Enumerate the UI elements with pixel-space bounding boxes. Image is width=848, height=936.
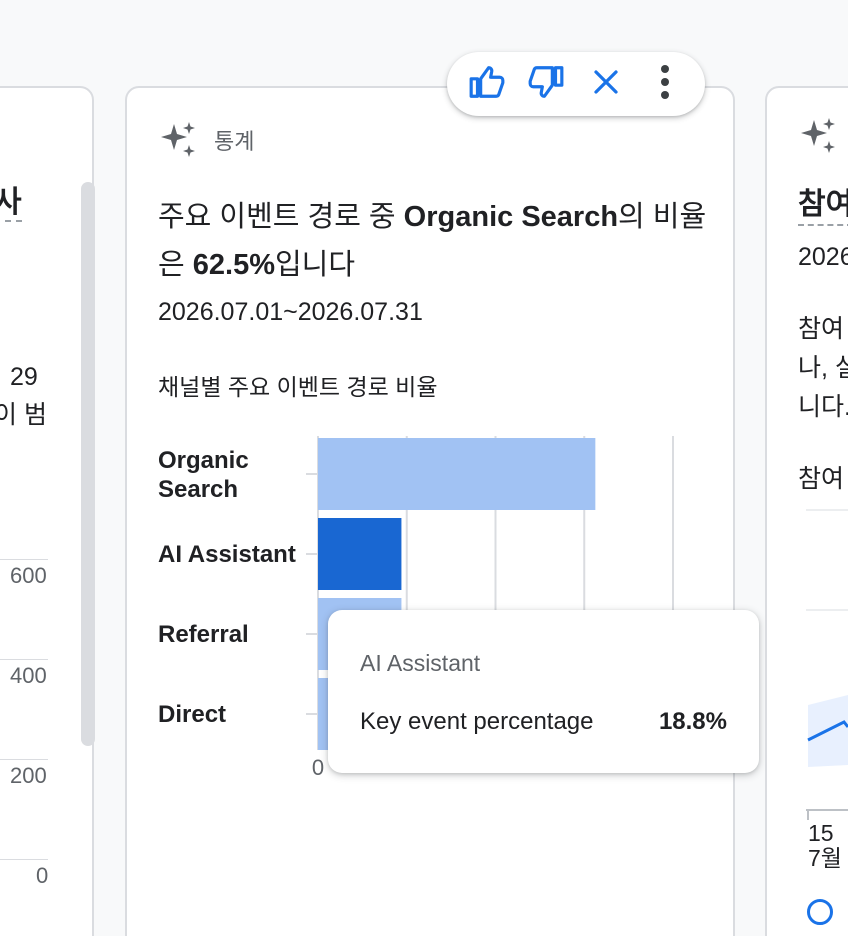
tooltip-title: AI Assistant [360,650,481,676]
right-card-date: 2026 [798,243,848,271]
legend-marker[interactable] [807,899,833,925]
date-range: 2026.07.01~2026.07.31 [158,298,423,326]
thumbs-down-icon [527,63,565,106]
bar[interactable] [318,518,402,590]
right-card-text-line: 참여 [798,315,845,343]
chart-tooltip: AI Assistant Key event percentage 18.8% [328,610,759,773]
grid-line [0,759,48,760]
grid-line [0,859,48,860]
close-icon [591,67,621,102]
card-type-label: 통계 [214,129,255,154]
more-vert-icon [659,64,671,105]
category-label: Direct [158,701,227,728]
y-tick-label: 200 [10,763,47,788]
thumbs-up-icon [468,63,506,106]
right-card-title: 참여 [798,188,848,226]
thumbs-up-button[interactable] [463,60,511,108]
category-label: AI Assistant [158,541,296,568]
headline-channel: Organic Search [403,201,619,233]
more-options-button[interactable] [641,60,689,108]
scrollbar[interactable] [81,182,95,746]
sparkle-icon [798,116,838,161]
headline-text: 입니다 [274,249,356,281]
close-button[interactable] [582,60,630,108]
left-card-text-line: 29 [10,363,38,391]
y-tick-label: 600 [10,563,47,588]
category-label: Referral [158,621,249,648]
category-label: Organic Search [158,447,249,503]
thumbs-down-button[interactable] [522,60,570,108]
x-tick-label: 7월 [808,845,842,871]
y-tick-label: 0 [36,863,49,888]
right-card-text-line: 나, 실 [798,354,848,382]
x-tick-label: 15 [808,820,834,846]
feedback-toolbar [447,52,705,116]
grid-line [0,559,48,560]
right-card-chart-title: 참여 [798,465,845,493]
grid-line [0,659,48,660]
tooltip-metric-label: Key event percentage [360,708,594,735]
sparkle-icon [158,120,198,165]
bar[interactable] [318,438,596,510]
headline-text: 주요 이벤트 경로 중 [158,201,404,233]
right-card-line-chart [806,509,848,820]
left-card-title: 사 [0,188,22,222]
left-card-text-line: 이 범 [0,401,47,429]
right-card-text-line: 니다. [798,393,848,421]
x-tick-label: 0 [312,755,324,780]
insight-headline: 주요 이벤트 경로 중 Organic Search의 비율은 62.5%입니다 [158,193,718,289]
headline-value: 62.5% [192,249,275,281]
tooltip-metric-value: 18.8% [658,708,727,735]
y-tick-label: 400 [10,663,47,688]
chart-title: 채널별 주요 이벤트 경로 비율 [158,374,438,400]
